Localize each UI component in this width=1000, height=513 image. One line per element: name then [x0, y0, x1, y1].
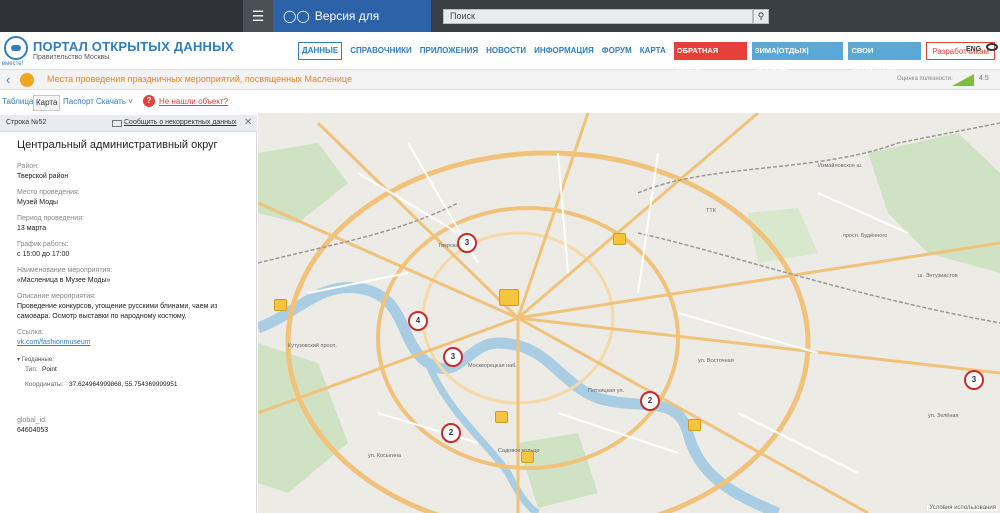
eye-icon[interactable]: [986, 43, 998, 51]
tab-passport[interactable]: Паспорт: [63, 95, 94, 109]
back-arrow-icon[interactable]: ‹: [6, 72, 10, 88]
tab-table[interactable]: Таблица: [2, 95, 33, 109]
logo-caption: вместе!: [2, 61, 24, 67]
nav-references[interactable]: СПРАВОЧНИКИ: [350, 40, 412, 62]
field-value-description: Проведение конкурсов, угощение русскими …: [17, 303, 218, 320]
nav-map[interactable]: КАРТА: [640, 40, 666, 62]
field-value-district: Тверской район: [17, 173, 69, 180]
object-panel: Строка №52 Сообщить о некорректных данны…: [0, 115, 257, 513]
tab-download[interactable]: Скачать ˅: [96, 95, 133, 109]
cluster-marker[interactable]: 3: [457, 233, 477, 253]
field-value-venue: Музей Моды: [17, 199, 59, 206]
site-header: вместе! ПОРТАЛ ОТКРЫТЫХ ДАННЫХ Правитель…: [0, 32, 1000, 73]
event-marker[interactable]: [521, 451, 534, 463]
map-label-street: Пятницкая ул.: [588, 388, 625, 394]
report-link[interactable]: Сообщить о некорректных данных: [124, 119, 237, 126]
event-marker[interactable]: [613, 233, 626, 245]
tab-download-label: Скачать: [96, 97, 126, 106]
feedback-button[interactable]: ОБРАТНАЯ СВЯЗЬ: [673, 42, 747, 73]
search-icon[interactable]: ⚲: [753, 9, 769, 24]
cluster-marker[interactable]: 2: [441, 423, 461, 443]
global-id-value: 64604053: [17, 427, 49, 434]
cluster-marker[interactable]: 3: [964, 370, 984, 390]
help-icon[interactable]: ?: [143, 95, 155, 107]
field-value-link[interactable]: vk.com/fashionmuseum: [17, 338, 247, 348]
report-icon[interactable]: [112, 120, 122, 127]
rating-label: Оценка полезности:: [897, 76, 953, 82]
map-label-vostochnaya: ул. Восточная: [698, 358, 734, 364]
portal-subtitle: Правительство Москвы: [33, 54, 110, 61]
row-number: Строка №52: [6, 119, 47, 126]
nav-news[interactable]: НОВОСТИ: [486, 40, 526, 62]
map-label-kutuzov: Кутузовский просп.: [288, 343, 337, 349]
geo-type-label: Тип:: [25, 366, 38, 373]
field-label-description: Описание мероприятия:: [17, 293, 96, 300]
map-label-zelenaya: ул. Зелёная: [928, 413, 959, 419]
event-marker[interactable]: [274, 299, 287, 311]
geo-toggle[interactable]: ▾ Геоданные:: [17, 356, 54, 363]
field-label-schedule: График работы:: [17, 241, 69, 248]
geo-coords-value: 37.624964999868, 55.754369999951: [69, 381, 178, 388]
event-marker[interactable]: [688, 419, 701, 431]
rating-value: 4.5: [979, 75, 989, 82]
glasses-icon: ◯◯: [283, 9, 310, 23]
products-button[interactable]: СВОИ ПРОДУКТЫ!: [848, 42, 922, 73]
dataset-title-bar: ‹ Места проведения праздничных мероприят…: [0, 70, 1000, 90]
portal-logo[interactable]: [4, 36, 28, 60]
map-view[interactable]: Пятницкая ул. Садовое кольцо ТТК Измайло…: [258, 113, 1000, 513]
geo-coords-label: Координаты:: [25, 381, 64, 388]
nav-data[interactable]: ДАННЫЕ: [298, 42, 343, 60]
map-label-izmail: Измайловское ш.: [818, 163, 863, 169]
map-label-kosygina: ул. Косыгина: [368, 453, 402, 459]
nav-info[interactable]: ИНФОРМАЦИЯ: [534, 40, 594, 62]
field-label-district: Район:: [17, 163, 39, 170]
field-label-event-name: Наименование мероприятия:: [17, 267, 113, 274]
winter-button[interactable]: ЗИМА|ОТДЫХ|МОСКВА!: [751, 42, 844, 73]
geo-label: Геоданные:: [21, 357, 54, 363]
main-nav: ДАННЫЕ СПРАВОЧНИКИ ПРИЛОЖЕНИЯ НОВОСТИ ИН…: [298, 40, 1000, 73]
map-label-ttk: ТТК: [706, 208, 716, 214]
hamburger-icon[interactable]: ☰: [243, 0, 273, 32]
rating-bars-icon[interactable]: [952, 74, 974, 86]
triangle-down-icon: ▾: [17, 357, 21, 363]
language-switch[interactable]: ENG: [966, 46, 981, 53]
cluster-marker[interactable]: 2: [640, 391, 660, 411]
tab-map[interactable]: Карта: [33, 95, 61, 111]
close-icon[interactable]: ✕: [244, 117, 252, 128]
low-vision-button[interactable]: ◯◯Версия для слабовидящих: [273, 0, 431, 55]
not-found-link[interactable]: Не нашли объект?: [159, 97, 228, 106]
field-label-venue: Место проведения:: [17, 189, 80, 196]
map-terms-link[interactable]: Условия использования: [927, 505, 998, 511]
top-bar-left: [0, 0, 243, 32]
field-value-schedule: с 15:00 до 17:00: [17, 251, 70, 258]
map-label-budenny: просп. Будённого: [843, 233, 888, 239]
event-marker[interactable]: [495, 411, 508, 423]
map-label-entuziastov: ш. Энтузиастов: [918, 273, 958, 279]
dataset-title: Места проведения праздничных мероприятий…: [47, 74, 352, 84]
developers-button[interactable]: Разработчикам: [926, 42, 996, 60]
field-value-event-name: «Масленица в Музее Моды»: [17, 277, 111, 284]
object-title: Центральный административный округ: [17, 139, 218, 151]
selected-event-marker[interactable]: [499, 289, 519, 306]
global-id-label: global_id:: [17, 417, 47, 424]
chevron-down-icon: ˅: [128, 97, 133, 106]
portal-title[interactable]: ПОРТАЛ ОТКРЫТЫХ ДАННЫХ: [33, 39, 234, 54]
top-bar: ☰ ◯◯Версия для слабовидящих Поиск ⚲: [0, 0, 1000, 55]
panel-header: Строка №52 Сообщить о некорректных данны…: [0, 115, 257, 132]
dataset-icon: [20, 73, 34, 87]
field-label-link: Ссылка:: [17, 329, 44, 336]
search-input[interactable]: Поиск: [443, 9, 753, 24]
cluster-marker[interactable]: 3: [443, 347, 463, 367]
field-label-period: Период проведения:: [17, 215, 84, 222]
cluster-marker[interactable]: 4: [408, 311, 428, 331]
nav-forum[interactable]: ФОРУМ: [602, 40, 632, 62]
field-value-period: 13 марта: [17, 225, 47, 232]
map-label-moskvoretskaya: Москворецкая наб.: [468, 363, 517, 369]
geo-type-value: Point: [42, 366, 57, 373]
nav-apps[interactable]: ПРИЛОЖЕНИЯ: [420, 40, 478, 62]
